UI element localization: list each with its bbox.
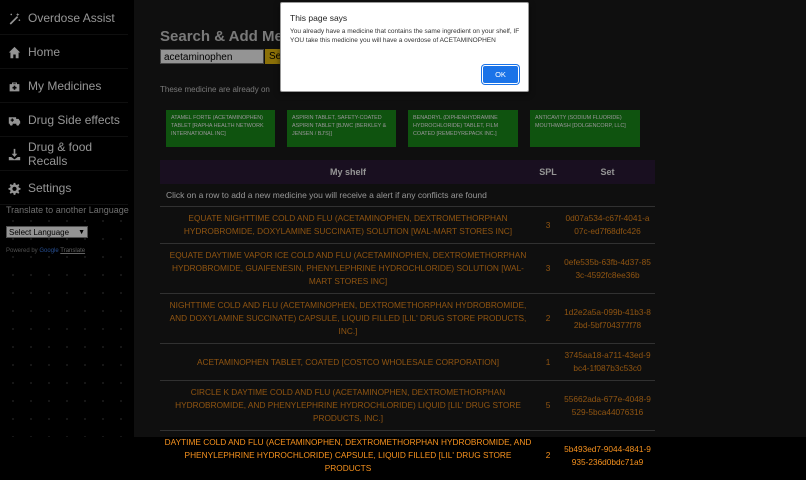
cell-spl: 2 [536,431,560,480]
alert-dialog: This page says You already have a medici… [280,2,529,92]
ok-button[interactable]: OK [483,66,518,83]
dialog-message: You already have a medicine that contain… [290,27,522,45]
table-row[interactable]: DAYTIME COLD AND FLU (ACETAMINOPHEN, DEX… [160,431,655,480]
cell-name: DAYTIME COLD AND FLU (ACETAMINOPHEN, DEX… [160,431,536,480]
dialog-title: This page says [290,13,347,23]
cell-set: 5b493ed7-9044-4841-9935-236d0bdc71a9 [560,431,655,480]
